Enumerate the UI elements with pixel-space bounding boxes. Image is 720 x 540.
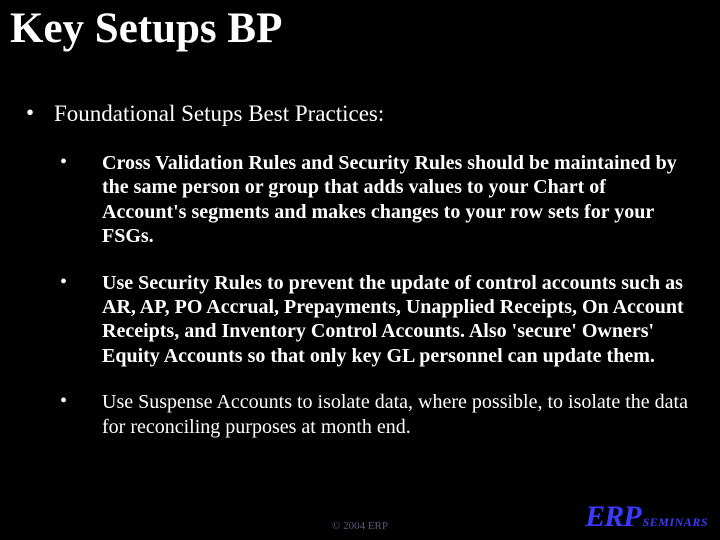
footer-logo: ERPSEMINARS [585,500,708,534]
footer-logo-main: ERP [585,500,640,533]
footer-logo-sub: SEMINARS [643,515,708,529]
slide-title: Key Setups BP [0,0,720,52]
bullet-marker: • [24,100,54,129]
slide-body: • Foundational Setups Best Practices: • … [0,52,720,439]
bullet-marker: • [54,151,102,249]
bullet-text: Foundational Setups Best Practices: [54,100,384,129]
bullet-marker: • [54,271,102,369]
bullet-level2: • Use Suspense Accounts to isolate data,… [54,390,688,439]
slide-container: Key Setups BP • Foundational Setups Best… [0,0,720,540]
bullet-level1: • Foundational Setups Best Practices: [24,100,688,129]
bullet-text: Use Security Rules to prevent the update… [102,271,688,369]
bullet-text: Cross Validation Rules and Security Rule… [102,151,688,249]
bullet-text: Use Suspense Accounts to isolate data, w… [102,390,688,439]
footer-copyright: © 2004 ERP [332,520,388,532]
bullet-level2-group: • Cross Validation Rules and Security Ru… [24,151,688,439]
bullet-level2: • Use Security Rules to prevent the upda… [54,271,688,369]
bullet-marker: • [54,390,102,439]
bullet-level2: • Cross Validation Rules and Security Ru… [54,151,688,249]
